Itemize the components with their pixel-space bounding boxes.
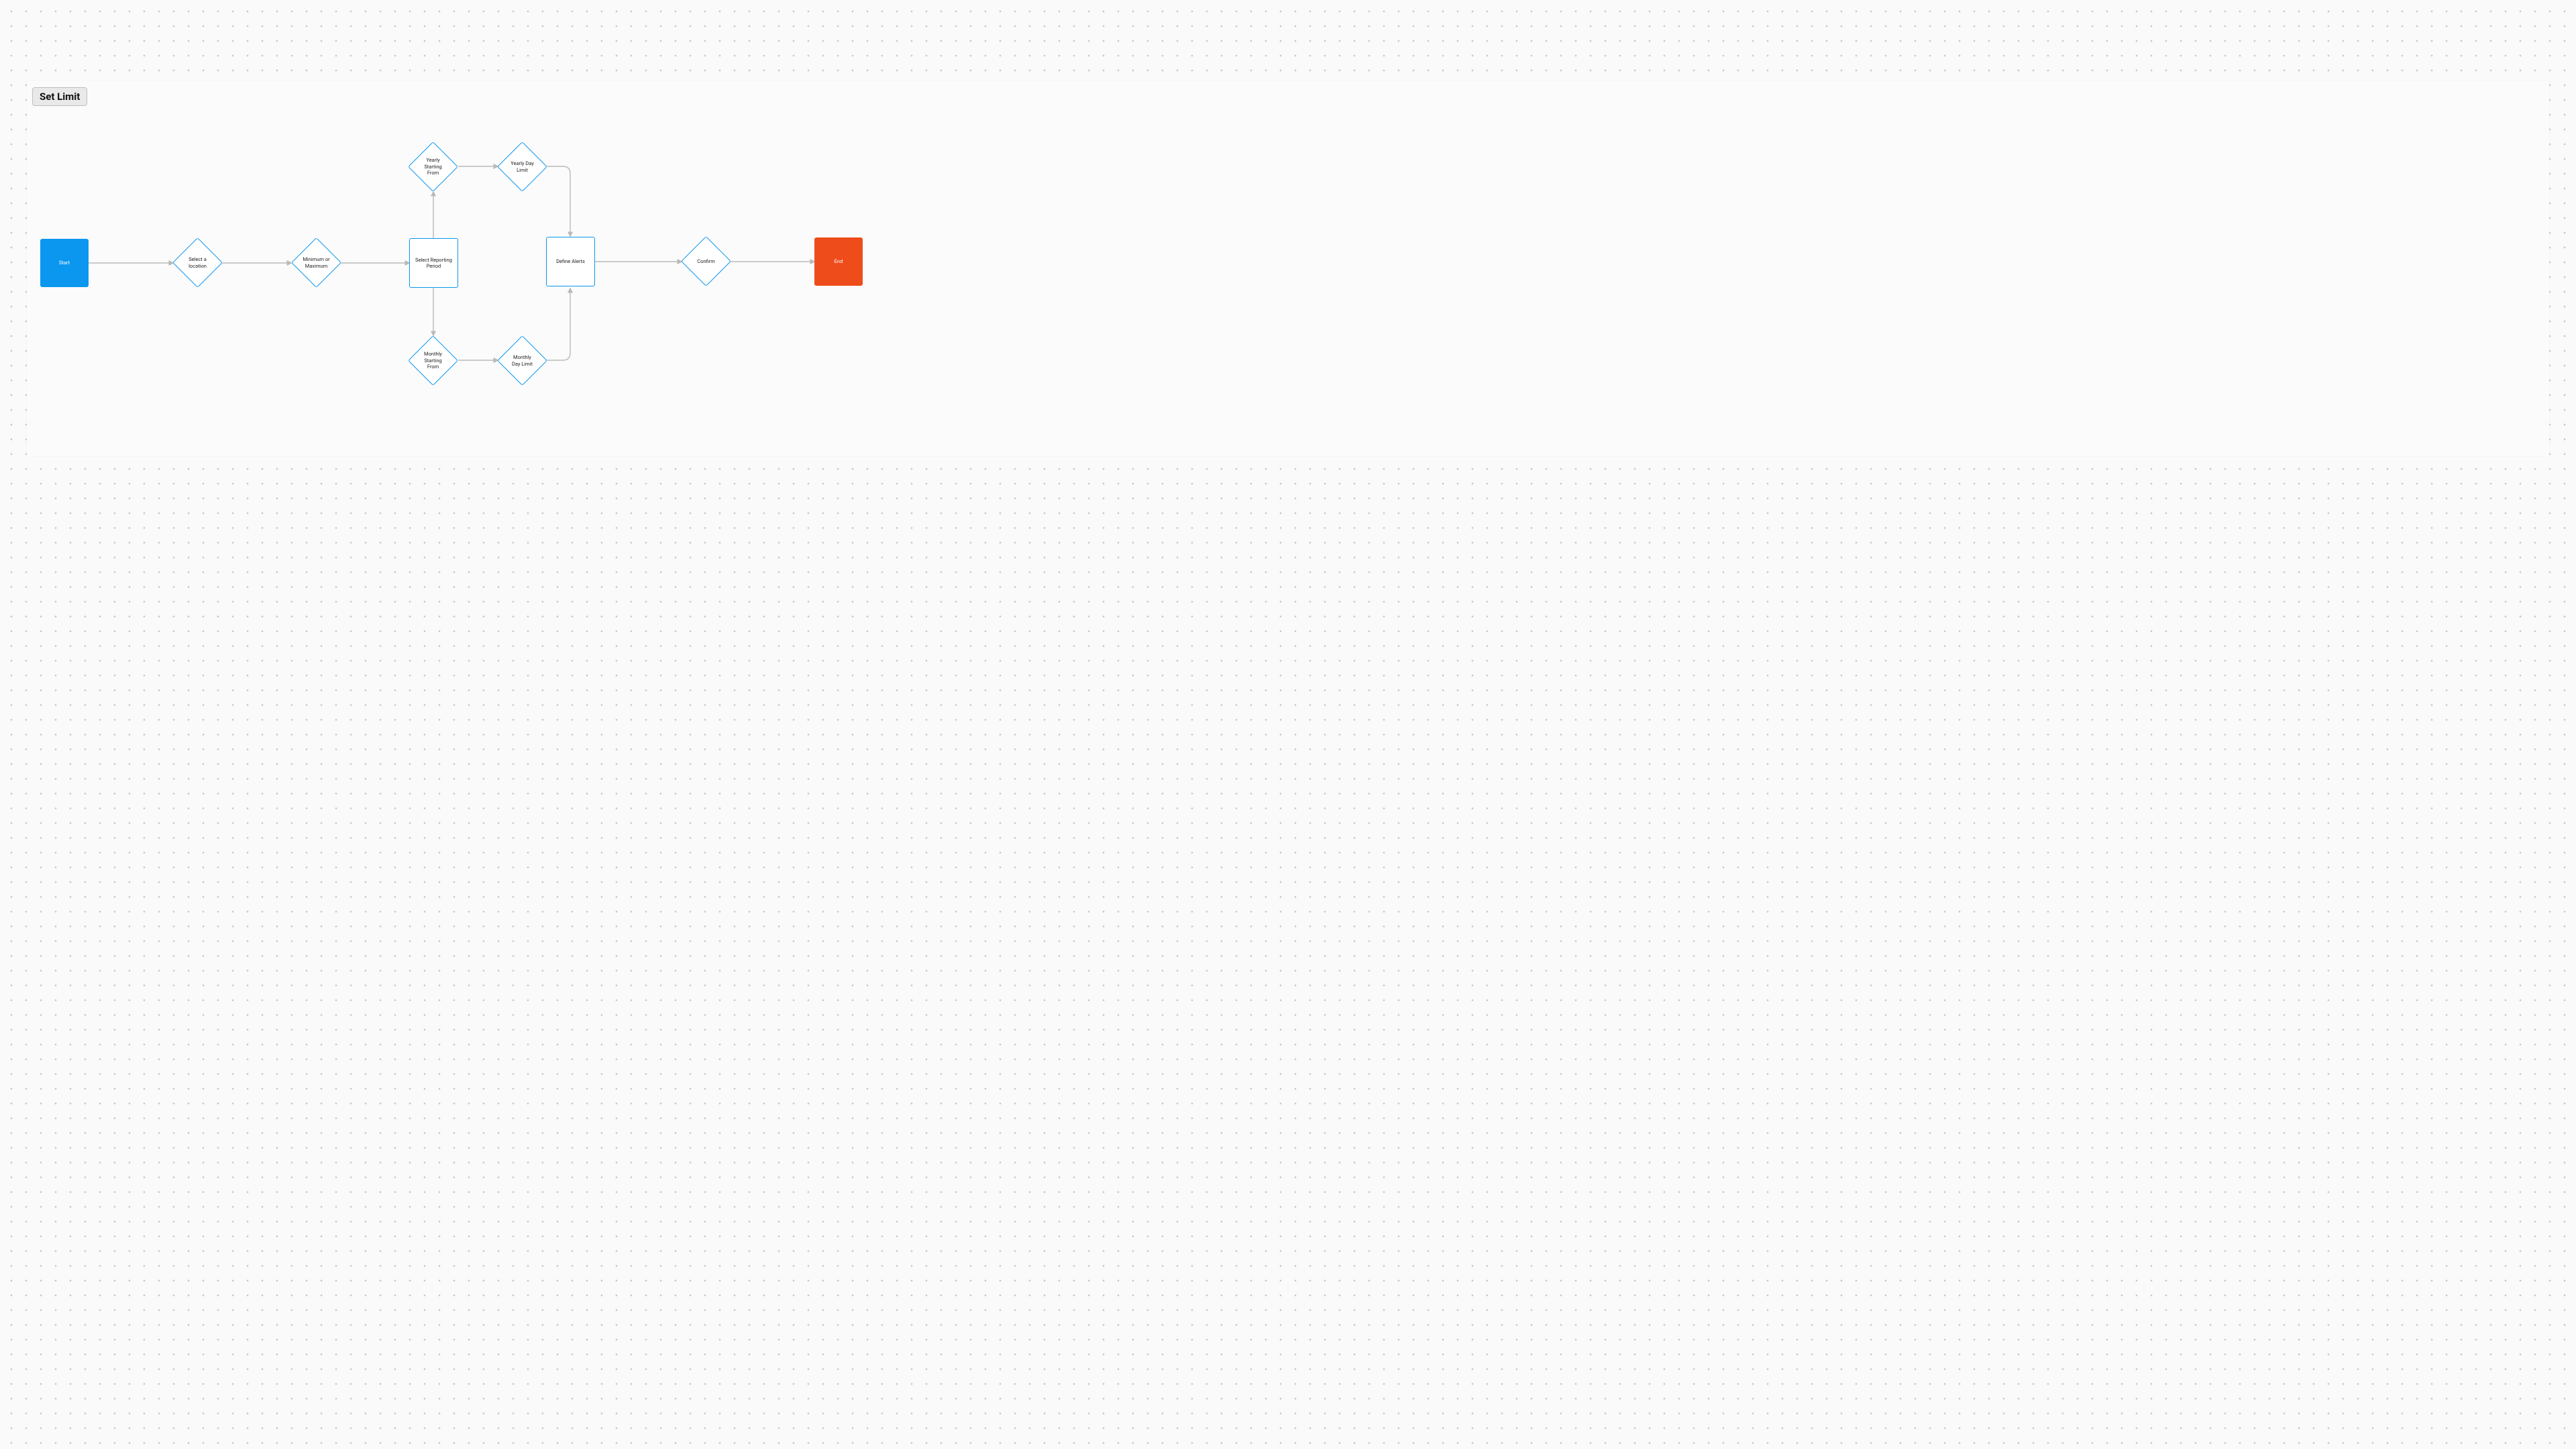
node-reporting-period[interactable]: Select Reporting Period — [409, 238, 458, 288]
node-define-alerts[interactable]: Define Alerts — [546, 237, 595, 286]
node-yearly-limit[interactable]: Yearly Day Limit — [504, 149, 540, 184]
node-label: End — [830, 258, 847, 264]
node-label: Start — [55, 260, 74, 266]
node-end[interactable]: End — [814, 237, 863, 286]
node-label: Confirm — [693, 258, 719, 264]
node-label: Yearly Day Limit — [504, 160, 540, 173]
node-monthly-from[interactable]: Monthly Starting From — [415, 343, 451, 378]
node-label: Select Reporting Period — [410, 257, 458, 270]
node-label: Define Alerts — [552, 258, 589, 264]
node-label: Yearly Starting From — [415, 157, 451, 176]
node-select-location[interactable]: Select a location — [180, 245, 215, 280]
node-confirm[interactable]: Confirm — [688, 244, 724, 279]
node-start[interactable]: Start — [40, 239, 89, 287]
node-label: Minimum or Maximum — [299, 256, 334, 269]
node-label: Monthly Starting From — [415, 351, 451, 370]
node-label: Monthly Day Limit — [504, 354, 540, 367]
node-label: Select a location — [180, 256, 215, 269]
edge — [547, 166, 570, 236]
diagram-panel: Set Limit — [27, 80, 2549, 456]
node-min-max[interactable]: Minimum or Maximum — [299, 245, 334, 280]
node-monthly-limit[interactable]: Monthly Day Limit — [504, 343, 540, 378]
node-yearly-from[interactable]: Yearly Starting From — [415, 149, 451, 184]
edge — [547, 288, 570, 360]
edges-layer — [27, 80, 2549, 456]
flow-area: Start Select a location Minimum or Maxim… — [27, 80, 2549, 456]
